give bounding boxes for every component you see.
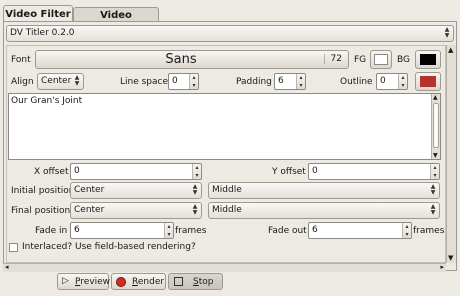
text-scroll-up-icon[interactable]: ▲ xyxy=(433,94,438,101)
padding-value: 6 xyxy=(278,76,284,86)
final-position-h-value: Center xyxy=(74,205,105,215)
font-button[interactable]: Sans 72 xyxy=(35,50,349,69)
final-position-label: Final position xyxy=(11,206,71,216)
x-offset-value: 0 xyxy=(74,166,80,176)
fade-out-spinner[interactable]: 6 ▴ ▾ xyxy=(308,222,412,239)
interlaced-label[interactable]: Interlaced? Use field-based rendering? xyxy=(22,240,196,254)
chevron-updown-icon: ▲ ▼ xyxy=(192,203,198,216)
spin-arrows-icon[interactable]: ▴ ▾ xyxy=(189,74,198,89)
outline-color-button[interactable] xyxy=(415,72,441,91)
bg-label: BG xyxy=(397,55,410,65)
line-space-spinner[interactable]: 0 ▴ ▾ xyxy=(168,73,199,90)
tab-video-filter[interactable]: Video Filter xyxy=(3,5,73,22)
final-position-h-select[interactable]: Center ▲ ▼ xyxy=(70,202,202,219)
initial-position-label: Initial position xyxy=(11,186,75,196)
render-button-label: Render xyxy=(132,277,165,287)
spin-arrows-icon[interactable]: ▴ ▾ xyxy=(164,223,173,238)
scroll-up-arrow-icon[interactable]: ▲ xyxy=(448,46,453,54)
preview-button[interactable]: ▷ Preview xyxy=(57,273,111,290)
y-offset-spinner[interactable]: 0 ▴ ▾ xyxy=(308,163,440,180)
outline-value: 0 xyxy=(380,76,386,86)
fade-in-label: Fade in xyxy=(35,226,68,236)
chevron-updown-icon: ▲ ▼ xyxy=(444,26,450,39)
scroll-down-arrow-icon[interactable]: ▼ xyxy=(448,254,453,262)
final-position-v-select[interactable]: Middle ▲ ▼ xyxy=(208,202,440,219)
outline-label: Outline xyxy=(340,77,373,87)
spin-arrows-icon[interactable]: ▴ ▾ xyxy=(398,74,407,89)
chevron-updown-icon: ▲ ▼ xyxy=(430,183,436,196)
padding-label: Padding xyxy=(236,77,272,87)
initial-position-h-select[interactable]: Center ▲ ▼ xyxy=(70,182,202,199)
fade-out-label: Fade out xyxy=(268,226,307,236)
x-offset-spinner[interactable]: 0 ▴ ▾ xyxy=(70,163,202,180)
y-offset-value: 0 xyxy=(312,166,318,176)
chevron-updown-icon: ▲ ▼ xyxy=(430,203,436,216)
fade-in-spinner[interactable]: 6 ▴ ▾ xyxy=(70,222,174,239)
outline-color-swatch xyxy=(420,76,436,87)
stop-button-label: Stop xyxy=(193,277,214,287)
bg-color-swatch xyxy=(420,54,436,65)
record-icon xyxy=(116,277,126,287)
padding-spinner[interactable]: 6 ▴ ▾ xyxy=(274,73,306,90)
initial-position-h-value: Center xyxy=(74,185,105,195)
line-space-label: Line space xyxy=(120,77,169,87)
final-position-v-value: Middle xyxy=(212,205,242,215)
panel-scrollbar-vertical[interactable]: ▲ ▼ xyxy=(446,45,456,263)
stop-icon xyxy=(174,277,183,286)
align-label: Align xyxy=(11,77,34,87)
panel-scrollbar-horizontal[interactable]: ◂ ▸ xyxy=(3,263,446,272)
title-text: Our Gran's Joint xyxy=(11,96,83,106)
align-select-value: Center xyxy=(41,76,72,86)
font-size-text: 72 xyxy=(323,54,342,64)
interlaced-checkbox[interactable] xyxy=(9,243,18,252)
fg-color-swatch xyxy=(374,54,388,65)
font-label: Font xyxy=(11,55,31,65)
preview-button-label: Preview xyxy=(75,277,111,287)
line-space-value: 0 xyxy=(172,76,178,86)
fade-in-unit: frames xyxy=(175,226,207,236)
title-text-area[interactable]: Our Gran's Joint ▲ ▼ xyxy=(8,93,441,160)
spin-arrows-icon[interactable]: ▴ ▾ xyxy=(402,223,411,238)
fade-out-unit: frames xyxy=(413,226,445,236)
render-button[interactable]: Render xyxy=(111,273,166,290)
scroll-right-arrow-icon[interactable]: ▸ xyxy=(440,263,444,271)
x-offset-label: X offset xyxy=(34,167,69,177)
spin-arrows-icon[interactable]: ▴ ▾ xyxy=(296,74,305,89)
fg-color-button[interactable] xyxy=(370,50,392,69)
text-scroll-down-icon[interactable]: ▼ xyxy=(433,152,438,159)
tab-video-transition[interactable]: Video Transition xyxy=(73,7,159,36)
filter-select-value: DV Titler 0.2.0 xyxy=(10,28,75,38)
text-scrollbar[interactable]: ▲ ▼ xyxy=(431,94,440,159)
fg-label: FG xyxy=(354,55,367,65)
scroll-left-arrow-icon[interactable]: ◂ xyxy=(5,263,9,271)
spin-arrows-icon[interactable]: ▴ ▾ xyxy=(430,164,439,179)
text-scroll-thumb[interactable] xyxy=(433,103,439,148)
initial-position-v-value: Middle xyxy=(212,185,242,195)
font-family-text: Sans xyxy=(165,52,197,67)
chevron-updown-icon: ▲ ▼ xyxy=(192,183,198,196)
fade-in-value: 6 xyxy=(74,225,80,235)
spin-arrows-icon[interactable]: ▴ ▾ xyxy=(192,164,201,179)
bg-color-button[interactable] xyxy=(415,50,441,69)
chevron-updown-icon: ▲ ▼ xyxy=(74,74,80,87)
fade-out-value: 6 xyxy=(312,225,318,235)
align-select[interactable]: Center ▲ ▼ xyxy=(37,73,84,90)
filter-select[interactable]: DV Titler 0.2.0 ▲ ▼ xyxy=(6,25,454,42)
y-offset-label: Y offset xyxy=(272,167,306,177)
stop-button[interactable]: Stop xyxy=(168,273,223,290)
outline-spinner[interactable]: 0 ▴ ▾ xyxy=(376,73,408,90)
initial-position-v-select[interactable]: Middle ▲ ▼ xyxy=(208,182,440,199)
play-icon: ▷ xyxy=(62,276,69,286)
